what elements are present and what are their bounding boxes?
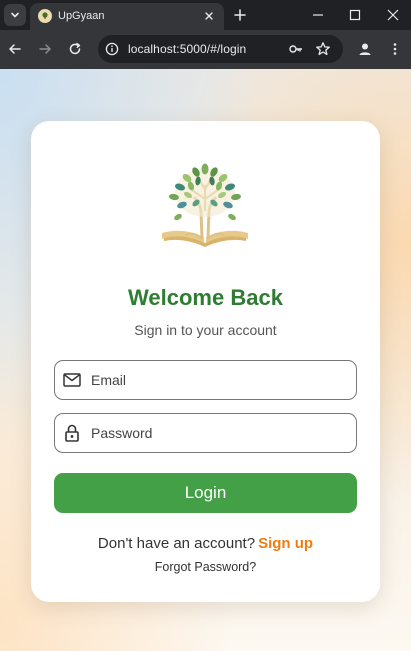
tab-search-button[interactable] bbox=[4, 4, 26, 26]
info-icon[interactable] bbox=[104, 41, 120, 57]
password-field[interactable] bbox=[54, 413, 357, 453]
url-text[interactable]: localhost:5000/#/login bbox=[128, 42, 246, 56]
more-icon[interactable] bbox=[384, 38, 406, 60]
lock-icon bbox=[62, 423, 82, 443]
login-card: Welcome Back Sign in to your account Ema… bbox=[31, 121, 380, 602]
browser-tab-bar: UpGyaan bbox=[0, 0, 411, 30]
chevron-down-icon bbox=[11, 12, 19, 18]
profile-icon[interactable] bbox=[354, 38, 376, 60]
plus-icon[interactable] bbox=[231, 6, 249, 24]
page-background: Welcome Back Sign in to your account Ema… bbox=[0, 69, 411, 651]
login-button[interactable]: Login bbox=[54, 473, 357, 513]
window-close-icon[interactable] bbox=[379, 4, 407, 26]
forgot-password-link[interactable]: Forgot Password? bbox=[31, 560, 380, 574]
email-input[interactable] bbox=[91, 361, 346, 399]
favicon-icon bbox=[38, 9, 52, 23]
minimize-icon[interactable] bbox=[304, 4, 332, 26]
password-input[interactable] bbox=[91, 414, 346, 452]
star-icon[interactable] bbox=[314, 40, 332, 58]
maximize-icon[interactable] bbox=[341, 4, 369, 26]
key-icon[interactable] bbox=[287, 40, 305, 58]
signup-prompt: Don't have an account? bbox=[97, 535, 256, 552]
reload-icon[interactable] bbox=[64, 38, 86, 60]
page-subtitle: Sign in to your account bbox=[134, 322, 277, 338]
tab-title: UpGyaan bbox=[58, 10, 105, 22]
browser-toolbar: localhost:5000/#/login bbox=[0, 30, 411, 69]
browser-tab[interactable]: UpGyaan bbox=[30, 3, 224, 30]
close-icon[interactable] bbox=[202, 9, 216, 23]
email-field[interactable] bbox=[54, 360, 357, 400]
address-bar[interactable]: localhost:5000/#/login bbox=[98, 35, 343, 63]
signup-link[interactable]: Sign up bbox=[258, 535, 313, 552]
mail-icon bbox=[62, 370, 82, 390]
forward-icon[interactable] bbox=[34, 38, 56, 60]
tree-book-logo-icon bbox=[162, 163, 248, 247]
signup-row: Don't have an account? Sign up bbox=[31, 535, 380, 552]
back-icon[interactable] bbox=[4, 38, 26, 60]
page-title: Welcome Back bbox=[128, 285, 283, 310]
